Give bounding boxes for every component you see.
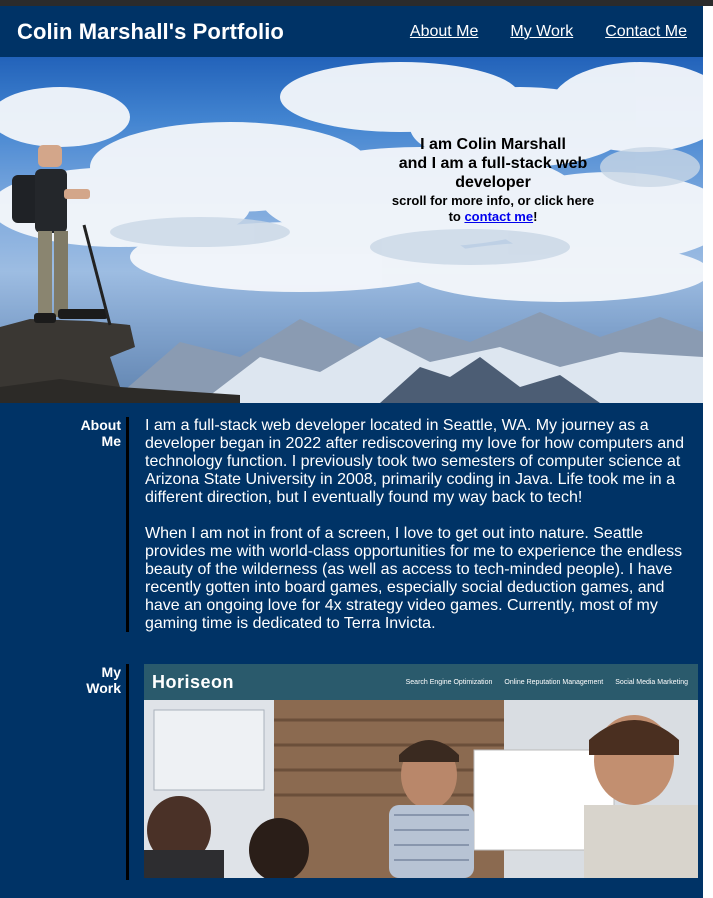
hero-banner: I am Colin Marshall and I am a full-stac… bbox=[0, 57, 703, 403]
work-section: My Work Horiseon Search Engine Optimizat… bbox=[0, 664, 703, 880]
nav-link-about[interactable]: About Me bbox=[410, 23, 478, 41]
about-paragraph-1: I am a full-stack web developer located … bbox=[145, 417, 684, 506]
hero-subtext-suffix: ! bbox=[533, 209, 538, 224]
hero-subtext: scroll for more info, or click here to c… bbox=[388, 193, 598, 225]
hero-background-image bbox=[0, 57, 703, 403]
about-section: About Me I am a full-stack web developer… bbox=[0, 417, 703, 633]
main-content: About Me I am a full-stack web developer… bbox=[0, 403, 703, 898]
project-nav-item: Social Media Marketing bbox=[615, 678, 688, 686]
hero-contact-link[interactable]: contact me bbox=[464, 209, 533, 224]
hero-headline-line1: I am Colin Marshall bbox=[420, 136, 566, 153]
project-nav-item: Search Engine Optimization bbox=[405, 678, 493, 686]
project-logo: Horiseon bbox=[152, 671, 235, 692]
hero-headline-line2: and I am a full-stack web developer bbox=[398, 155, 588, 191]
page: Colin Marshall's Portfolio About Me My W… bbox=[0, 6, 703, 898]
about-label: About Me bbox=[0, 417, 126, 633]
site-header: Colin Marshall's Portfolio About Me My W… bbox=[0, 6, 703, 57]
about-paragraph-2: When I am not in front of a screen, I lo… bbox=[145, 525, 683, 632]
site-title: Colin Marshall's Portfolio bbox=[17, 18, 284, 44]
project-nav: Search Engine Optimization Online Reputa… bbox=[406, 679, 688, 686]
main-nav: About Me My Work Contact Me bbox=[410, 23, 687, 41]
project-nav-item: Online Reputation Management bbox=[504, 678, 604, 686]
project-screenshot-horiseon[interactable]: Horiseon Search Engine Optimization Onli… bbox=[144, 664, 698, 878]
nav-link-work[interactable]: My Work bbox=[510, 23, 573, 41]
section-divider bbox=[126, 664, 129, 880]
project-hero-photo bbox=[144, 700, 698, 878]
about-label-text: About Me bbox=[80, 417, 121, 449]
scrollbar-gutter[interactable] bbox=[703, 6, 713, 882]
hero-text: I am Colin Marshall and I am a full-stac… bbox=[388, 135, 598, 225]
about-body: I am a full-stack web developer located … bbox=[129, 417, 695, 633]
work-label: My Work bbox=[0, 664, 126, 880]
project-header: Horiseon Search Engine Optimization Onli… bbox=[144, 664, 698, 700]
nav-link-contact[interactable]: Contact Me bbox=[605, 23, 687, 41]
work-label-text: My Work bbox=[86, 664, 121, 696]
